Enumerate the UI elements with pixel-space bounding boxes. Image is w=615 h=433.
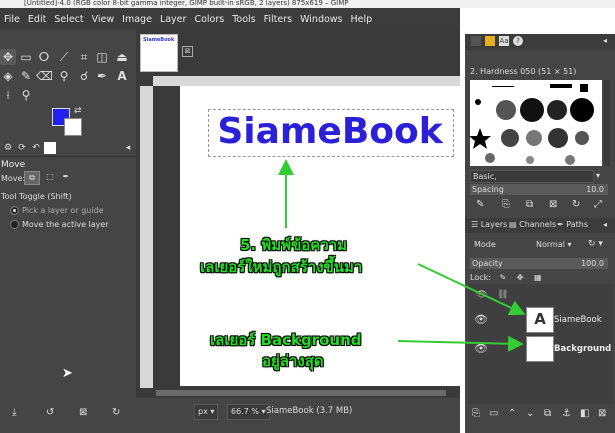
arrow-to-text-layer [417,263,526,316]
annotation-step-line2: เลเยอร์ใหม่ถูกสร้างขึ้นมา [200,258,363,276]
arrow-to-background-layer [397,335,524,352]
annotation-step-line1: 5. พิมพ์ข้อความ [240,236,348,254]
annotation-bg-line2: อยู่ล่างสุด [262,352,324,370]
